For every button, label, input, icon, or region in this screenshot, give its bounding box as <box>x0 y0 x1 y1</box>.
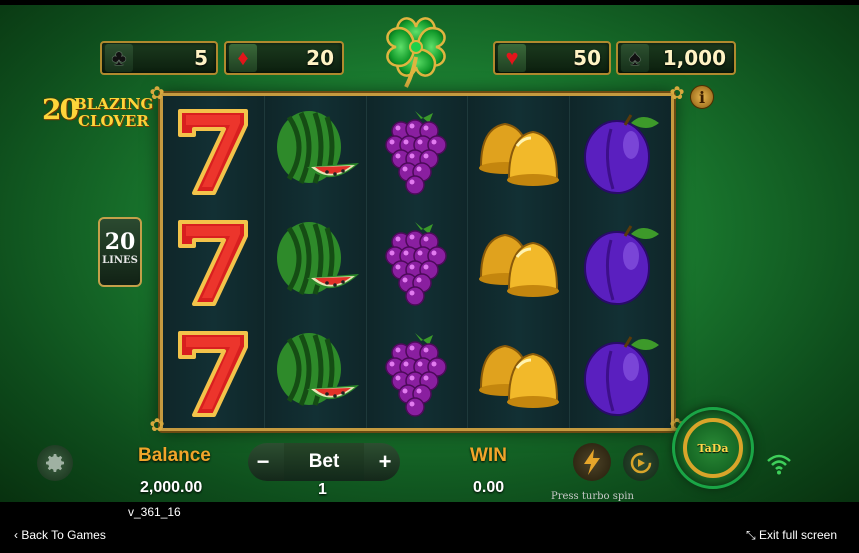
bells-icon <box>471 210 567 314</box>
seven-icon <box>165 210 261 314</box>
jackpot-club-value: 5 <box>194 46 208 70</box>
bells-icon <box>471 99 567 203</box>
back-to-games-label: Back To Games <box>21 528 106 542</box>
spin-ring: TaDa <box>683 418 743 478</box>
spin-label: TaDa <box>697 441 729 455</box>
lightning-icon <box>584 449 600 475</box>
logo-word-2: CLOVER <box>78 112 149 130</box>
frame-corner-ornament-icon: ✿ <box>149 83 165 103</box>
seven-icon <box>165 99 261 203</box>
watermelon-icon <box>267 210 363 314</box>
win-value: 0.00 <box>473 479 505 496</box>
spin-button[interactable]: TaDa <box>672 407 754 489</box>
reel-2 <box>264 96 367 428</box>
reel-4 <box>468 96 571 428</box>
jackpot-heart-value: 50 <box>573 46 601 70</box>
bet-decrease-button[interactable]: − <box>248 447 278 477</box>
reels-frame <box>160 93 674 431</box>
clover-emblem-icon <box>386 17 446 88</box>
jackpot-diamond: ♦ 20 <box>224 41 344 75</box>
jackpot-spade-value: 1,000 <box>662 46 726 70</box>
lines-count: 20 <box>104 229 136 255</box>
jackpot-diamond-value: 20 <box>306 46 334 70</box>
frame-corner-ornament-icon: ✿ <box>669 83 685 103</box>
balance-value: 2,000.00 <box>140 479 203 496</box>
watermelon-icon <box>267 99 363 203</box>
info-button[interactable]: i <box>690 85 714 109</box>
logo-number: 20 <box>42 93 79 126</box>
grapes-icon <box>369 210 465 314</box>
frame-corner-ornament-icon: ✿ <box>149 415 165 435</box>
bet-label: Bet <box>284 443 364 481</box>
back-to-games-link[interactable]: ‹ Back To Games <box>14 528 106 542</box>
win-label: WIN <box>470 445 507 466</box>
club-icon: ♣ <box>105 44 133 72</box>
plum-icon <box>573 99 669 203</box>
bells-icon <box>471 321 567 425</box>
bet-value: 1 <box>318 481 327 498</box>
spade-icon: ♠ <box>621 44 649 72</box>
reel-1 <box>163 96 265 428</box>
logo-word-1: BLAZING <box>74 95 154 113</box>
reel-3 <box>366 96 469 428</box>
plum-icon <box>573 321 669 425</box>
heart-icon: ♥ <box>498 44 526 72</box>
wifi-icon <box>767 454 791 475</box>
balance-label: Balance <box>138 445 211 466</box>
grapes-icon <box>369 99 465 203</box>
diamond-icon: ♦ <box>229 44 257 72</box>
game-logo: 20 BLAZING CLOVER <box>42 93 153 133</box>
version-label: v_361_16 <box>128 505 181 519</box>
turbo-spin-hint: Press turbo spin <box>551 491 634 502</box>
plum-icon <box>573 210 669 314</box>
turbo-spin-button[interactable] <box>573 443 611 481</box>
bet-increase-button[interactable]: + <box>370 447 400 477</box>
jackpot-heart: ♥ 50 <box>493 41 611 75</box>
autoplay-icon <box>630 452 652 474</box>
grapes-icon <box>369 321 465 425</box>
lines-label: LINES <box>102 255 138 266</box>
exit-fullscreen-link[interactable]: ⤡ Exit full screen <box>746 528 837 543</box>
seven-icon <box>165 321 261 425</box>
reel-5 <box>570 96 671 428</box>
settings-button[interactable] <box>37 445 73 481</box>
gear-icon <box>46 454 64 472</box>
bet-control: − Bet + <box>248 443 400 481</box>
game-canvas: ♣ 5 ♦ 20 ♥ 50 ♠ 1,000 20 BLAZING CLOVER <box>0 5 859 502</box>
exit-fullscreen-icon: ⤡ <box>746 528 756 542</box>
watermelon-icon <box>267 321 363 425</box>
chevron-left-icon: ‹ <box>14 528 18 542</box>
jackpot-spade: ♠ 1,000 <box>616 41 736 75</box>
exit-fullscreen-label: Exit full screen <box>758 528 837 542</box>
jackpot-club: ♣ 5 <box>100 41 218 75</box>
lines-badge: 20 LINES <box>98 217 142 287</box>
autoplay-button[interactable] <box>623 445 659 481</box>
